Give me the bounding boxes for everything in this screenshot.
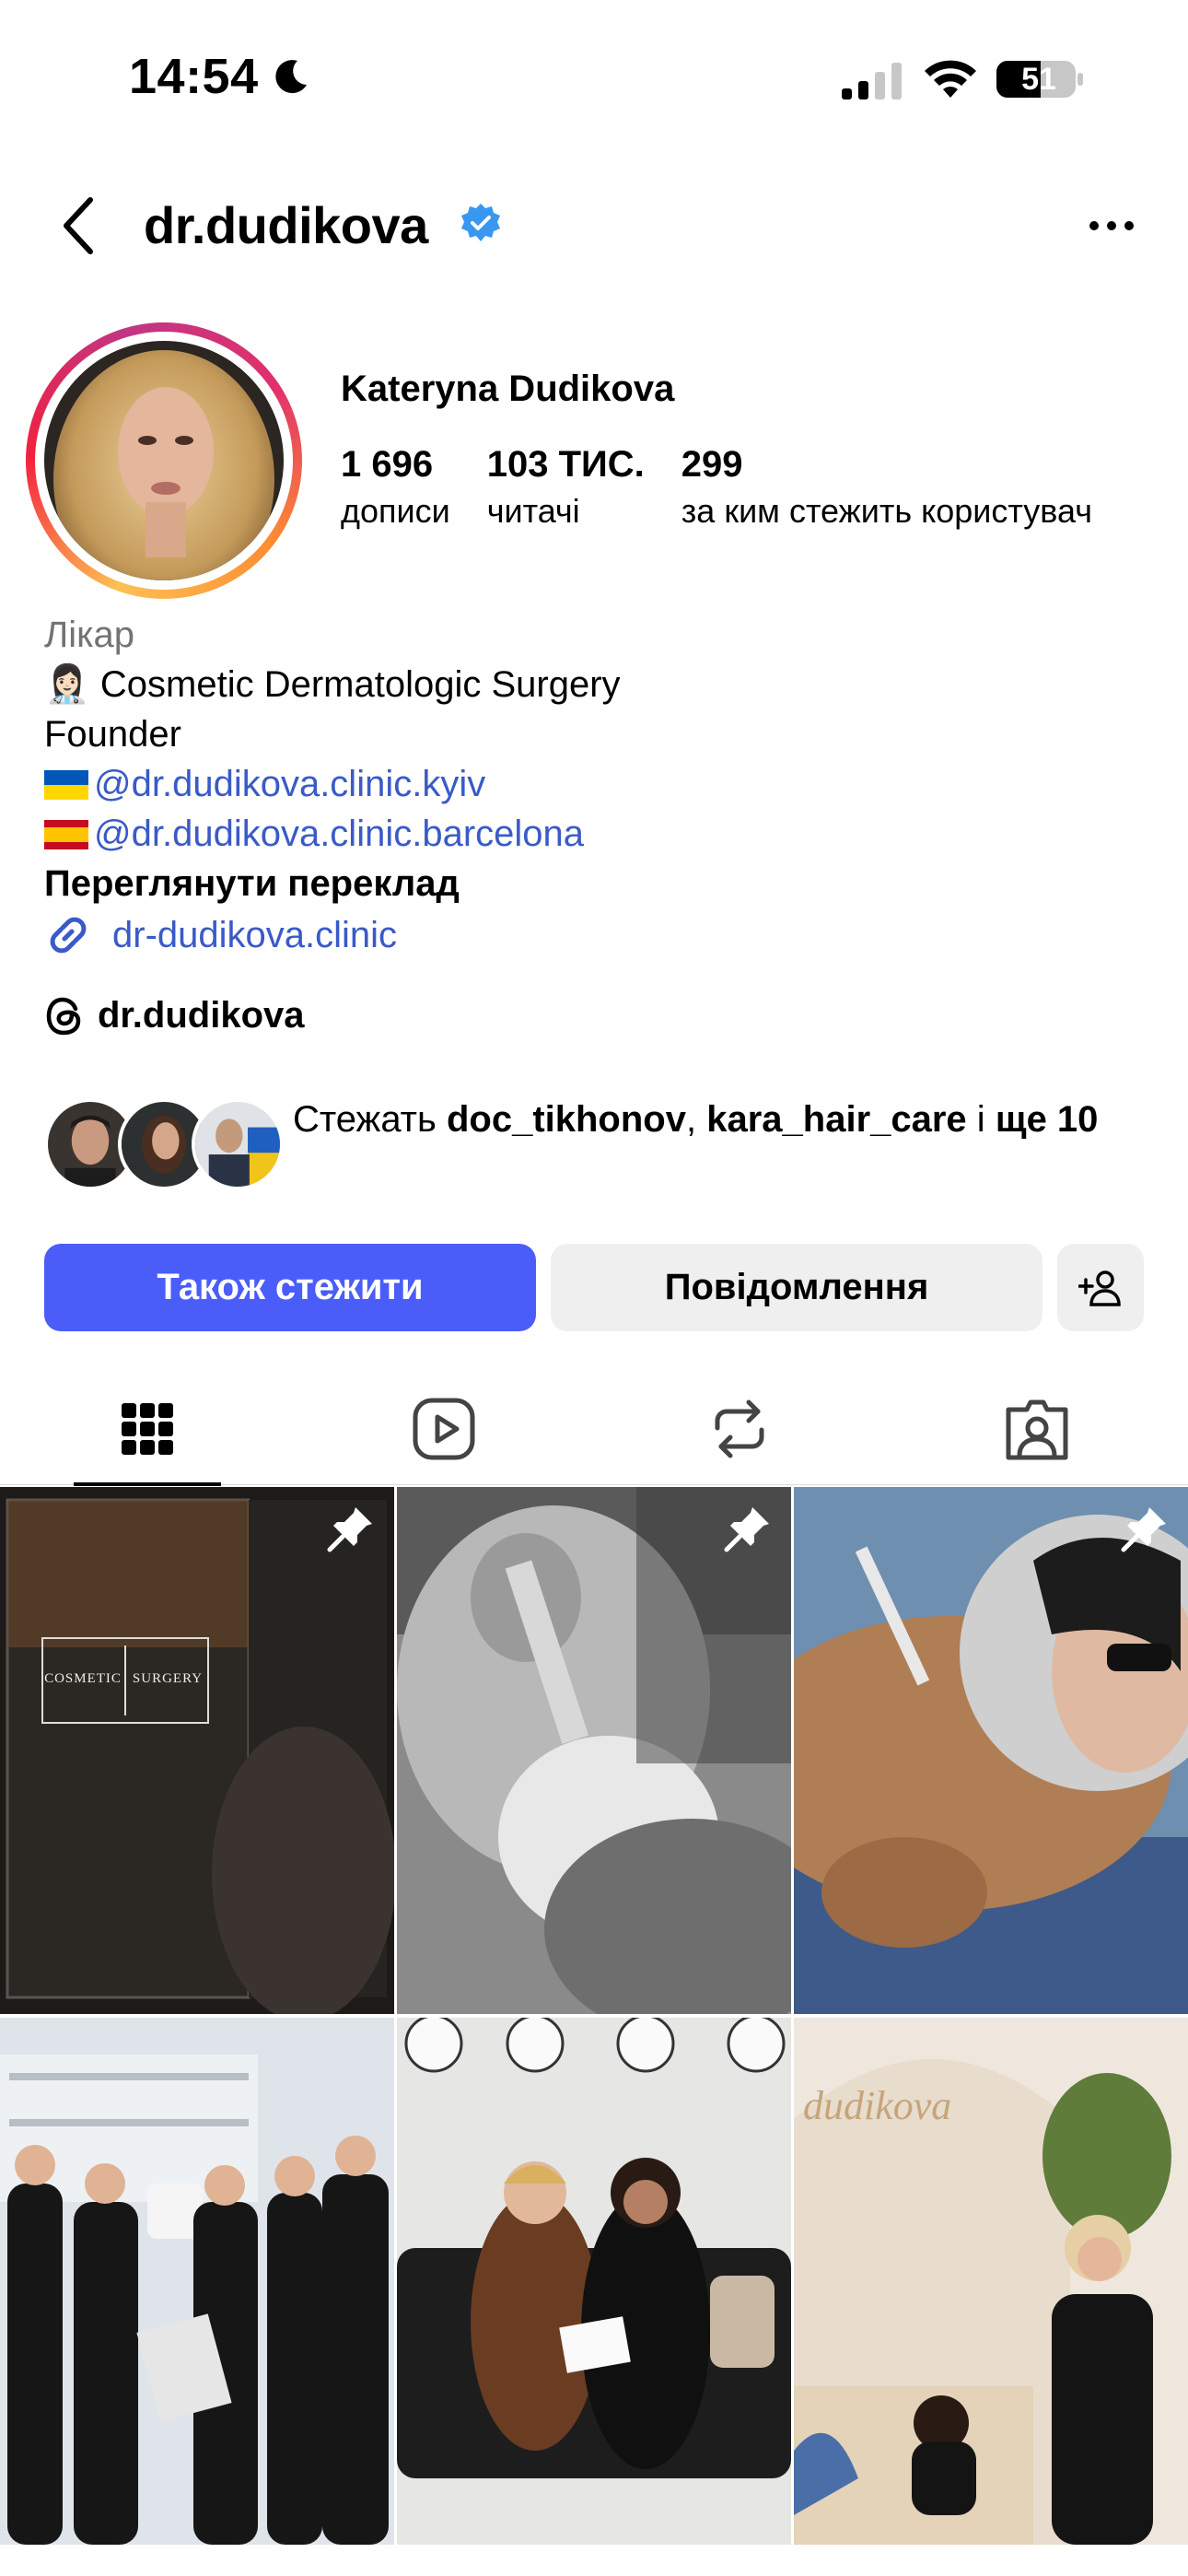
stat-following-label: за ким стежить користувач — [681, 492, 1092, 530]
post-image: dudikova — [794, 2018, 1188, 2545]
post-image: COSMETIC SURGERY — [0, 1487, 394, 2014]
followed-by-section[interactable]: Стежать doc_tikhonov, kara_hair_care і щ… — [44, 1091, 1168, 1201]
tab-reposts[interactable] — [666, 1373, 813, 1485]
cellular-signal-icon — [842, 63, 902, 100]
bio-mention-kyiv[interactable]: @dr.dudikova.clinic.kyiv — [94, 764, 485, 804]
stat-followers-value: 103 ТИС. — [486, 444, 645, 485]
avatar-photo — [44, 341, 284, 608]
status-time: 14:54 — [129, 49, 259, 104]
do-not-disturb-icon — [275, 60, 307, 94]
header-username: dr.dudikova — [144, 196, 428, 254]
bio-mention-barcelona-row: @dr.dudikova.clinic.barcelona — [44, 809, 1149, 859]
post-image — [397, 1487, 791, 2014]
post-thumbnail[interactable] — [0, 2018, 394, 2545]
chevron-left-icon — [64, 197, 93, 254]
post-image — [794, 1487, 1188, 2014]
reposts-icon — [715, 1399, 764, 1458]
status-bar: 14:54 51 — [0, 0, 1188, 157]
add-user-icon — [1078, 1270, 1121, 1306]
bio-mention-barcelona[interactable]: @dr.dudikova.clinic.barcelona — [94, 814, 584, 854]
pinned-icon — [1121, 1507, 1166, 1552]
battery-icon: 51 — [995, 57, 1085, 101]
more-horizontal-icon — [1089, 221, 1134, 230]
tab-posts-grid[interactable] — [74, 1373, 221, 1486]
profile-avatar[interactable] — [26, 322, 302, 608]
threads-handle: dr.dudikova — [98, 995, 305, 1036]
profile-bio: Лікар 👩🏻‍⚕️ Cosmetic Dermatologic Surger… — [44, 610, 1149, 960]
see-translation-link[interactable]: Переглянути переклад — [44, 859, 1149, 908]
post-image — [397, 2018, 791, 2545]
ukraine-flag-icon — [44, 770, 88, 800]
follow-back-button[interactable]: Також стежити — [44, 1244, 536, 1331]
bio-website-text: dr-dudikova.clinic — [112, 915, 398, 955]
bio-website-link[interactable]: dr-dudikova.clinic — [44, 910, 1149, 960]
threads-badge[interactable]: dr.dudikova — [44, 995, 305, 1036]
back-button[interactable] — [52, 193, 107, 258]
post-thumbnail[interactable] — [397, 2018, 791, 2545]
reels-icon — [413, 1398, 475, 1460]
tab-tagged[interactable] — [963, 1373, 1111, 1485]
stat-posts-label: дописи — [341, 492, 450, 530]
spain-flag-icon — [44, 820, 88, 849]
stat-following-value: 299 — [681, 444, 743, 485]
followed-by-user: doc_tikhonov — [446, 1099, 686, 1140]
post-thumbnail[interactable] — [397, 1487, 791, 2014]
stat-followers[interactable]: 103 ТИС. читачі — [487, 440, 645, 534]
stat-followers-label: читачі — [486, 492, 580, 530]
profile-actions: Також стежити Повідомлення — [44, 1244, 1144, 1331]
stat-following[interactable]: 299 за ким стежить користувач — [681, 440, 1092, 534]
link-icon — [50, 917, 87, 954]
pinned-icon — [724, 1507, 769, 1552]
threads-icon — [46, 997, 81, 1035]
post-image — [0, 2018, 394, 2545]
stat-posts[interactable]: 1 696 дописи — [341, 440, 450, 534]
tab-reels[interactable] — [370, 1373, 518, 1485]
followed-by-text: Стежать doc_tikhonov, kara_hair_care і щ… — [293, 1099, 1099, 1140]
follower-avatar — [192, 1098, 284, 1190]
more-options-button[interactable] — [1079, 203, 1144, 249]
followed-by-user: kara_hair_care — [706, 1099, 967, 1140]
bio-line-2: Founder — [44, 714, 181, 755]
profile-content-tabs — [0, 1373, 1188, 1486]
post-thumbnail[interactable]: dudikova — [794, 2018, 1188, 2545]
post-caption: COSMETIC — [44, 1671, 122, 1686]
stat-posts-value: 1 696 — [341, 444, 434, 485]
verified-badge-icon — [461, 204, 500, 241]
followed-by-count: ще 10 — [995, 1099, 1099, 1140]
wifi-icon — [925, 60, 976, 98]
battery-level: 51 — [1021, 62, 1056, 97]
message-button[interactable]: Повідомлення — [551, 1244, 1042, 1331]
suggested-users-button[interactable] — [1057, 1244, 1144, 1331]
post-sign-text: dudikova — [803, 2083, 951, 2128]
tagged-icon — [1006, 1399, 1068, 1460]
profile-stats: 1 696 дописи 103 ТИС. читачі 299 за ким … — [341, 440, 1129, 534]
post-thumbnail[interactable] — [794, 1487, 1188, 2014]
profile-header: dr.dudikova — [0, 175, 1188, 276]
bio-mention-kyiv-row: @dr.dudikova.clinic.kyiv — [44, 759, 1149, 809]
post-caption: SURGERY — [133, 1671, 203, 1686]
posts-grid: COSMETIC SURGERY dudikova — [0, 1487, 1188, 2576]
bio-line-1: 👩🏻‍⚕️ Cosmetic Dermatologic Surgery — [44, 664, 621, 705]
pinned-icon — [327, 1507, 372, 1552]
profile-full-name: Kateryna Dudikova — [341, 369, 675, 409]
grid-icon — [122, 1403, 173, 1455]
post-thumbnail[interactable]: COSMETIC SURGERY — [0, 1487, 394, 2014]
bio-category: Лікар — [44, 615, 135, 655]
